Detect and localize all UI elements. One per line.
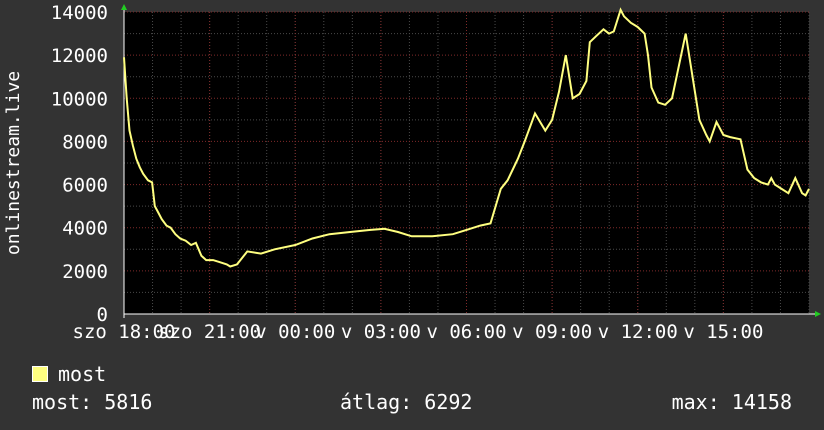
stats-row: most: 5816 átlag: 6292 max: 14158 <box>32 390 792 416</box>
stat-current: most: 5816 <box>32 390 153 414</box>
y-tick-label: 10000 <box>51 88 108 110</box>
y-tick-label: 14000 <box>51 2 108 24</box>
x-tick-label: v 09:00 <box>512 321 592 343</box>
stat-maximum: max: 14158 <box>671 390 792 414</box>
x-tick-label: v 12:00 <box>598 321 678 343</box>
x-tick-label: v 15:00 <box>683 321 763 343</box>
legend-swatch <box>32 366 48 382</box>
y-tick-label: 8000 <box>62 131 108 153</box>
y-axis-arrow <box>121 4 127 10</box>
y-axis-label: onlinestream.live <box>3 71 24 255</box>
legend-label: most <box>58 362 107 386</box>
legend: most <box>32 362 106 386</box>
x-tick-label: szo 21:00 <box>158 321 261 343</box>
y-tick-label: 2000 <box>62 261 108 283</box>
x-axis-arrow <box>815 311 821 317</box>
stat-average: átlag: 6292 <box>340 390 473 414</box>
y-tick-label: 4000 <box>62 218 108 240</box>
x-tick-label: v 03:00 <box>341 321 421 343</box>
line-chart: 02000400060008000100001200014000szo 18:0… <box>3 2 821 343</box>
y-tick-label: 6000 <box>62 175 108 197</box>
y-tick-label: 12000 <box>51 45 108 67</box>
x-tick-label: v 06:00 <box>426 321 506 343</box>
x-tick-label: v 00:00 <box>255 321 335 343</box>
